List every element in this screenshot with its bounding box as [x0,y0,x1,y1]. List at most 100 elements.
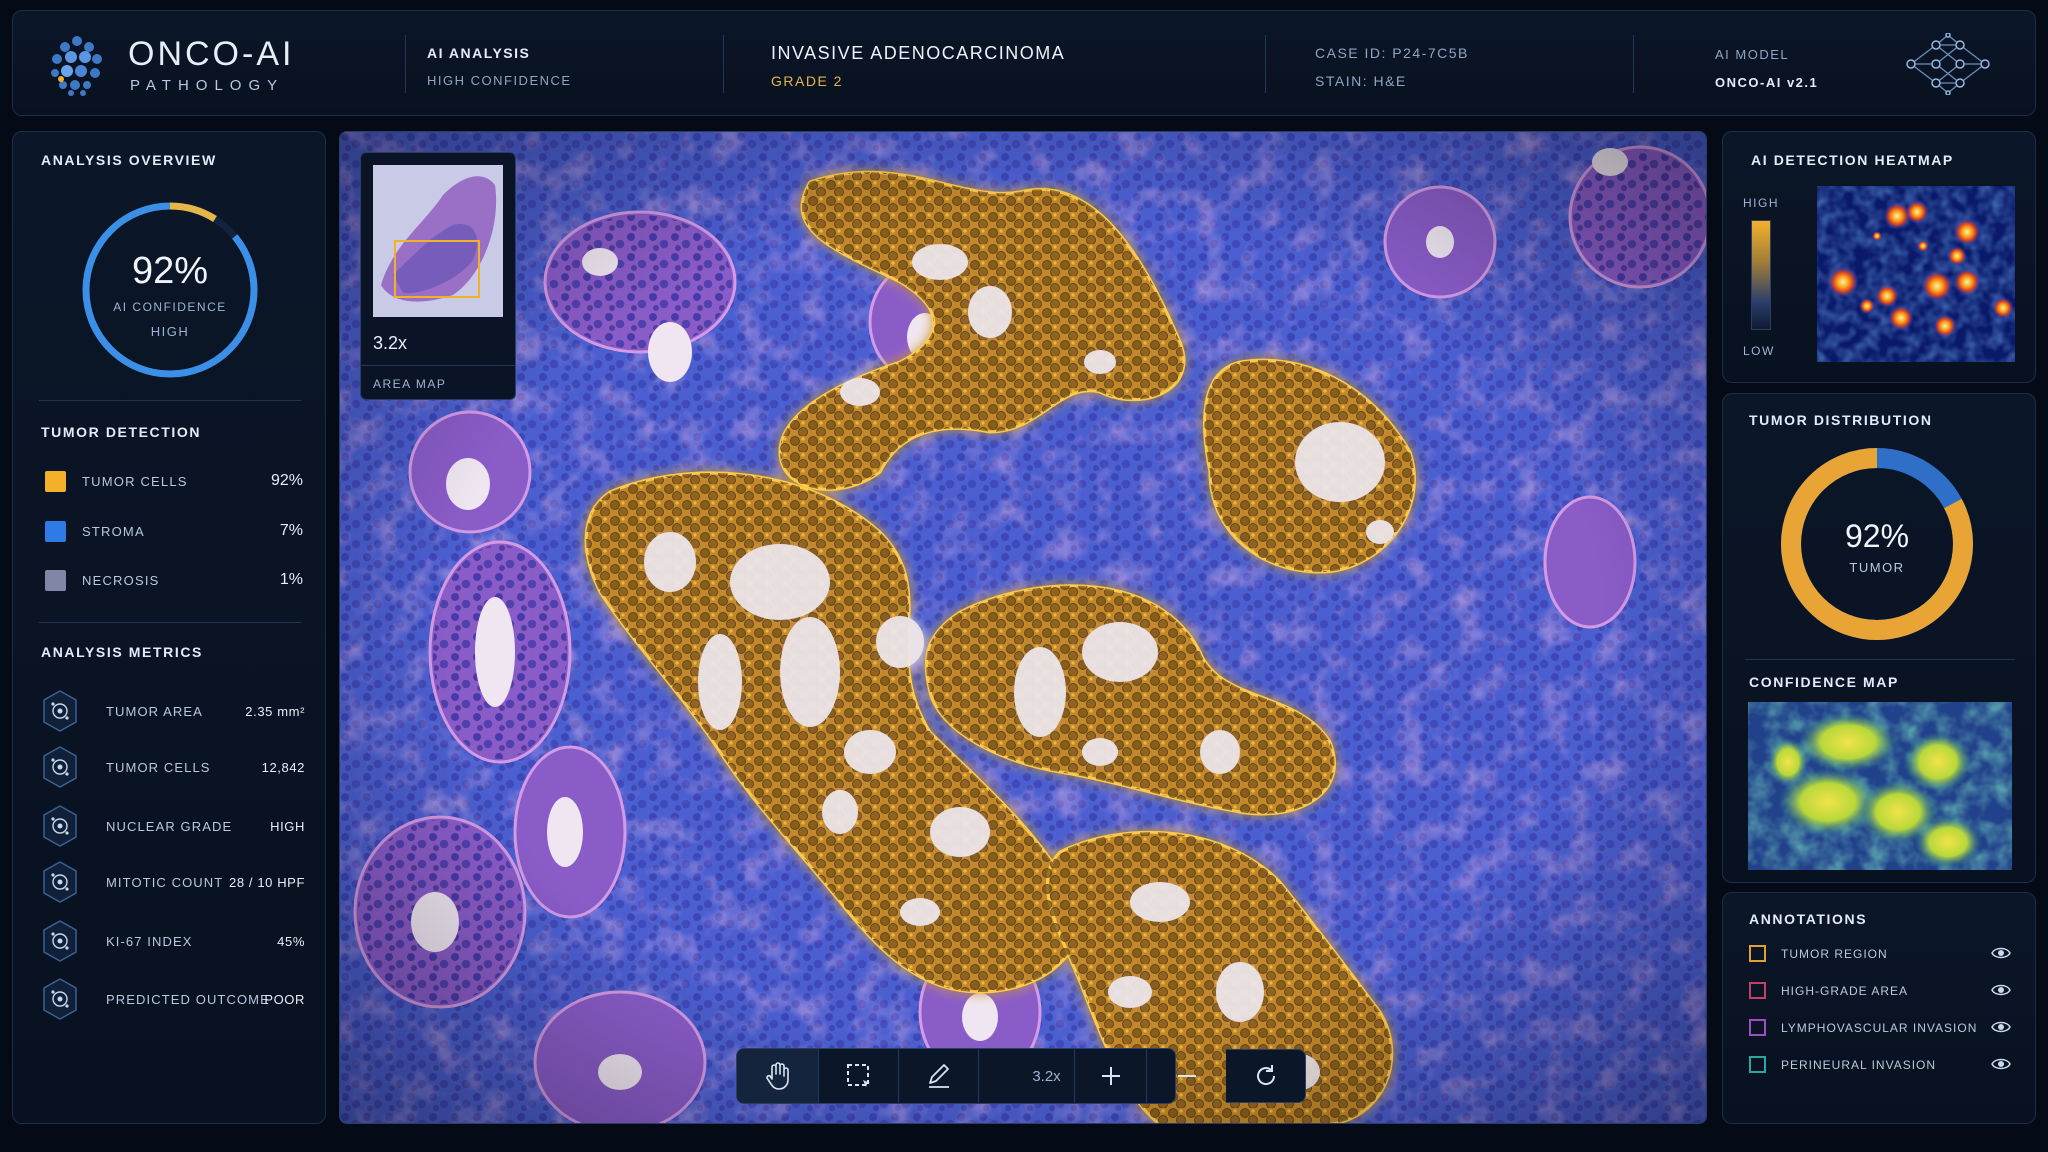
virus-icon [43,920,77,962]
diagnosis-title: INVASIVE ADENOCARCINOMA [771,43,1066,63]
heatmap-panel: AI DETECTION HEATMAP HIGH LOW [1722,131,2036,383]
legend-label: NECROSIS [82,573,160,588]
heatmap-scale-bar [1751,220,1771,330]
cell-icon [43,746,77,788]
legend-label: TUMOR CELLS [82,474,188,489]
metric-value: HIGH [270,819,305,834]
tumor-detection-title: TUMOR DETECTION [41,424,202,440]
brand-name: ONCO-AI [128,35,295,73]
cell-cluster-icon [43,690,77,732]
metric-row: TUMOR CELLS 12,842 [41,745,305,789]
case-id: CASE ID: P24-7C5B [1315,45,1469,61]
metric-label: TUMOR AREA [106,704,203,719]
neural-network-icon[interactable] [1903,33,1993,95]
nucleus-icon [43,805,77,847]
confidence-map-title: CONFIDENCE MAP [1749,674,1899,690]
annotation-label: TUMOR REGION [1781,947,1888,961]
draw-annotation-button[interactable] [899,1049,979,1103]
annotation-color-box [1749,982,1766,999]
slide-viewer[interactable]: 3.2x AREA MAP 3.2x [339,131,1707,1124]
tumor-distribution-value: 92% [1844,518,1910,554]
visibility-eye-icon[interactable] [1991,1054,2011,1074]
confidence-gauge-accent [169,202,217,223]
metric-row: MITOTIC COUNT 28 / 10 HPF [41,860,305,904]
minimap-thumbnail[interactable] [373,165,503,317]
metric-row: KI-67 INDEX 45% [41,919,305,963]
legend-value: 1% [279,571,303,588]
annotation-label: PERINEURAL INVASION [1781,1058,1937,1072]
legend-value: 7% [279,522,303,539]
analysis-overview-title: ANALYSIS OVERVIEW [41,152,217,168]
stroma-swatch [45,521,66,542]
grade-label: GRADE 2 [771,73,843,89]
hand-icon [765,1062,789,1090]
tumor-cells-swatch [45,471,66,492]
ai-model-value: ONCO-AI v2.1 [1715,75,1819,90]
detection-heatmap-image[interactable] [1817,186,2015,362]
annotation-row[interactable]: LYMPHOVASCULAR INVASION [1749,1017,2011,1039]
tumor-distribution-label: TUMOR [1849,560,1905,575]
metric-value: 12,842 [261,760,305,775]
annotation-label: LYMPHOVASCULAR INVASION [1781,1021,1978,1035]
outcome-icon [43,978,77,1020]
heatmap-low-label: LOW [1743,344,1775,358]
metric-label: PREDICTED OUTCOME [106,992,270,1007]
analysis-metrics-title: ANALYSIS METRICS [41,644,203,660]
left-analysis-panel: ANALYSIS OVERVIEW 92% AI CONFIDENCE HIGH… [12,131,326,1124]
toolbar-zoom-value: 3.2x [1032,1067,1061,1085]
annotation-row[interactable]: TUMOR REGION [1749,943,2011,965]
reset-view-button[interactable] [1226,1049,1306,1103]
confidence-label: AI CONFIDENCE [113,300,227,314]
heatmap-high-label: HIGH [1743,196,1779,210]
metric-value: POOR [264,992,305,1007]
viewer-toolbar: 3.2x [736,1048,1227,1104]
legend-stroma: STROMA 7% [45,520,303,544]
zoom-out-button[interactable] [1147,1049,1227,1103]
minimap-zoom: 3.2x [373,333,408,353]
metric-row: TUMOR AREA 2.35 mm² [41,689,305,733]
brand-subtitle: PATHOLOGY [130,77,285,94]
visibility-eye-icon[interactable] [1991,980,2011,1000]
legend-tumor-cells: TUMOR CELLS 92% [45,470,303,494]
brand-logo-icon [51,36,102,96]
legend-necrosis: NECROSIS 1% [45,569,303,593]
zoom-level-display: 3.2x [979,1049,1075,1103]
metric-row: NUCLEAR GRADE HIGH [41,804,305,848]
metric-label: KI-67 INDEX [106,934,193,949]
visibility-eye-icon[interactable] [1991,943,2011,963]
annotation-label: HIGH-GRADE AREA [1781,984,1909,998]
necrosis-swatch [45,570,66,591]
pan-tool-button[interactable] [737,1049,819,1103]
legend-label: STROMA [82,524,145,539]
mitosis-icon [43,861,77,903]
annotation-row[interactable]: PERINEURAL INVASION [1749,1054,2011,1076]
confidence-value: 92% [131,250,209,292]
metric-label: NUCLEAR GRADE [106,819,233,834]
pencil-icon [928,1064,949,1088]
visibility-eye-icon[interactable] [1991,1017,2011,1037]
tumor-distribution-panel: TUMOR DISTRIBUTION 92% TUMOR CONFIDENCE … [1722,393,2036,883]
annotation-color-box [1749,1019,1766,1036]
annotation-color-box [1749,945,1766,962]
zoom-in-button[interactable] [1075,1049,1147,1103]
zoom-in-icon [1101,1067,1120,1085]
legend-value: 92% [270,472,303,489]
metric-label: TUMOR CELLS [106,760,211,775]
zoom-out-icon [1177,1075,1196,1077]
reset-icon [1256,1065,1275,1085]
annotation-row[interactable]: HIGH-GRADE AREA [1749,980,2011,1002]
select-region-button[interactable] [819,1049,899,1103]
metric-value: 28 / 10 HPF [229,875,305,890]
metric-label: MITOTIC COUNT [106,875,224,890]
heatmap-title: AI DETECTION HEATMAP [1751,152,1954,168]
area-minimap[interactable]: 3.2x AREA MAP [360,152,516,400]
annotations-title: ANNOTATIONS [1749,911,1868,927]
ai-analysis-label: AI ANALYSIS [427,45,531,61]
metric-row: PREDICTED OUTCOME POOR [41,977,305,1021]
confidence-map-image[interactable] [1748,702,2012,870]
select-region-icon [846,1064,870,1087]
stain-label: STAIN: H&E [1315,73,1407,89]
tissue-slide-image[interactable] [340,132,1707,1124]
annotations-panel: ANNOTATIONS TUMOR REGION HIGH-GRADE AREA L… [1722,892,2036,1124]
metric-value: 2.35 mm² [245,704,305,719]
